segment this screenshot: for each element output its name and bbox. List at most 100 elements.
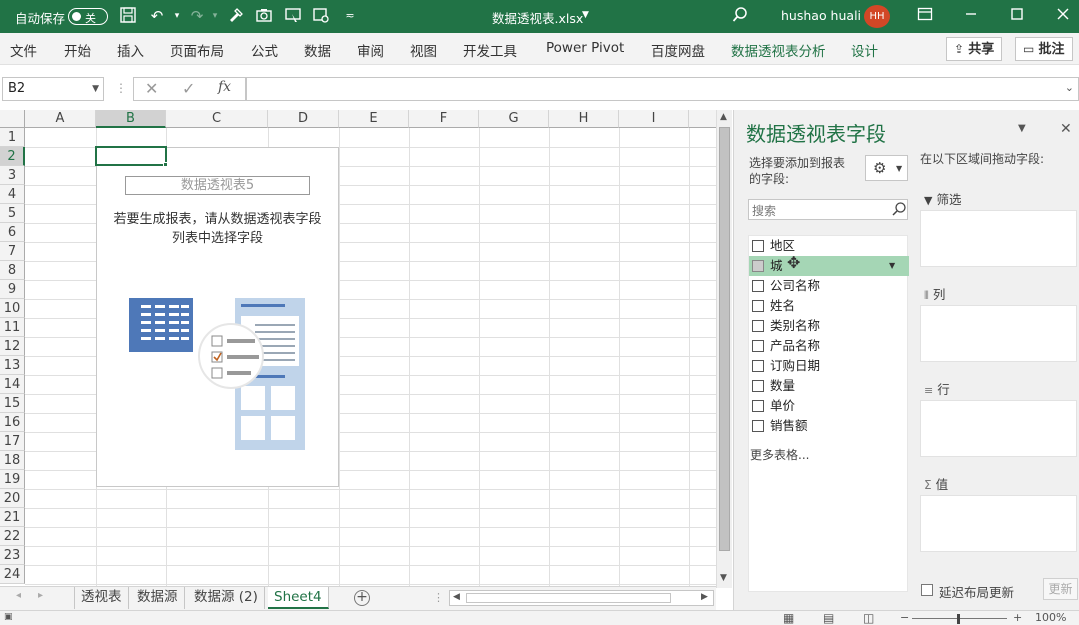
tab-pivot-analyze[interactable]: 数据透视表分析 [731, 40, 826, 60]
field-item[interactable]: 姓名 [749, 296, 909, 316]
user-name[interactable]: hushao huali [781, 8, 861, 23]
scroll-left-icon[interactable]: ◀ [453, 592, 460, 602]
save-icon[interactable] [118, 6, 138, 26]
tab-view[interactable]: 视图 [410, 40, 437, 60]
zoom-out-icon[interactable]: − [900, 611, 909, 624]
field-checkbox[interactable] [752, 400, 764, 412]
undo-dropdown-icon[interactable]: ▾ [167, 6, 187, 26]
column-header-j[interactable] [689, 110, 716, 128]
row-header[interactable]: 19 [0, 470, 25, 489]
tab-page-layout[interactable]: 页面布局 [170, 40, 224, 60]
field-item-dragging[interactable]: 城 ▼ ✥ [749, 253, 909, 276]
sheet-tab-datasource[interactable]: 数据源 [131, 587, 185, 609]
redo-icon[interactable]: ↷ [187, 6, 207, 26]
tab-file[interactable]: 文件 [10, 40, 37, 60]
field-checkbox[interactable] [752, 280, 764, 292]
undo-icon[interactable]: ↶ [147, 6, 167, 26]
scroll-up-icon[interactable]: ▲ [720, 112, 727, 122]
tab-review[interactable]: 审阅 [357, 40, 384, 60]
field-list[interactable]: 地区 城 ▼ ✥ 公司名称 姓名 类别名称 产品名称 订购日期 数量 单价 销售… [748, 235, 909, 592]
column-header-a[interactable]: A [25, 110, 96, 128]
screenshot-icon[interactable] [283, 6, 303, 26]
field-checkbox[interactable] [752, 320, 764, 332]
page-break-view-icon[interactable]: ◫ [863, 611, 874, 625]
column-header-g[interactable]: G [479, 110, 549, 128]
row-header[interactable]: 16 [0, 413, 25, 432]
field-checkbox[interactable] [752, 260, 764, 272]
row-header[interactable]: 18 [0, 451, 25, 470]
name-box-dropdown-icon[interactable]: ▼ [92, 78, 99, 100]
add-sheet-icon[interactable]: + [354, 590, 370, 606]
tab-data[interactable]: 数据 [304, 40, 331, 60]
rows-drop-area[interactable] [920, 400, 1077, 457]
row-header[interactable]: 2 [0, 147, 25, 166]
selected-cell-b2[interactable] [95, 146, 167, 166]
row-header[interactable]: 22 [0, 527, 25, 546]
row-header[interactable]: 10 [0, 299, 25, 318]
sheet-tab-pivot[interactable]: 透视表 [74, 587, 129, 609]
format-painter-icon[interactable] [226, 6, 246, 26]
field-settings-button[interactable]: ⚙ ▼ [865, 155, 908, 181]
zoom-in-icon[interactable]: + [1013, 611, 1022, 624]
more-tables-link[interactable]: 更多表格... [750, 446, 809, 463]
sheet-prev-icon[interactable]: ◂ [16, 590, 21, 601]
tab-developer[interactable]: 开发工具 [463, 40, 517, 60]
field-dropdown-icon[interactable]: ▼ [889, 256, 895, 276]
field-item[interactable]: 销售额 [749, 416, 909, 436]
tab-design[interactable]: 设计 [851, 40, 878, 60]
defer-layout-checkbox[interactable] [921, 584, 933, 596]
column-header-e[interactable]: E [339, 110, 409, 128]
confirm-entry-icon[interactable]: ✓ [182, 79, 195, 98]
vertical-scroll-thumb[interactable] [719, 127, 730, 551]
row-header[interactable]: 9 [0, 280, 25, 299]
formula-input[interactable]: ⌄ [246, 77, 1079, 101]
autosave-toggle[interactable]: 关 [68, 8, 108, 25]
column-header-c[interactable]: C [166, 110, 268, 128]
column-header-h[interactable]: H [549, 110, 619, 128]
row-header[interactable]: 15 [0, 394, 25, 413]
column-header-b[interactable]: B [96, 110, 166, 128]
expand-formula-bar-icon[interactable]: ⌄ [1065, 81, 1074, 94]
close-icon[interactable] [1053, 6, 1073, 26]
field-item[interactable]: 数量 [749, 376, 909, 396]
row-header[interactable]: 8 [0, 261, 25, 280]
field-item[interactable]: 产品名称 [749, 336, 909, 356]
row-header[interactable]: 17 [0, 432, 25, 451]
customize-toolbar-icon[interactable]: ≂ [340, 6, 360, 26]
refresh-pivot-icon[interactable] [311, 6, 331, 26]
update-button[interactable]: 更新 [1043, 578, 1078, 600]
field-item[interactable]: 单价 [749, 396, 909, 416]
column-header-d[interactable]: D [268, 110, 339, 128]
field-checkbox[interactable] [752, 340, 764, 352]
comments-button[interactable]: ▭ 批注 [1015, 37, 1073, 61]
field-item[interactable]: 订购日期 [749, 356, 909, 376]
field-item[interactable]: 类别名称 [749, 316, 909, 336]
horizontal-scrollbar[interactable]: ◀ ▶ [449, 590, 714, 606]
worksheet-grid[interactable]: A B C D E F G H I 1 2 3 4 5 6 7 8 9 10 1… [0, 110, 716, 586]
search-icon[interactable] [891, 201, 907, 221]
row-header[interactable]: 11 [0, 318, 25, 337]
row-header[interactable]: 24 [0, 565, 25, 584]
tab-home[interactable]: 开始 [64, 40, 91, 60]
field-checkbox[interactable] [752, 300, 764, 312]
tab-baidu-netdisk[interactable]: 百度网盘 [651, 40, 705, 60]
minimize-icon[interactable] [961, 6, 981, 26]
share-button[interactable]: ⇪ 共享 [946, 37, 1003, 61]
field-checkbox[interactable] [752, 420, 764, 432]
row-header[interactable]: 3 [0, 166, 25, 185]
column-header-f[interactable]: F [409, 110, 479, 128]
search-input[interactable]: 搜索 [752, 202, 776, 219]
tab-power-pivot[interactable]: Power Pivot [546, 40, 624, 56]
pivot-table-placeholder[interactable]: 数据透视表5 若要生成报表，请从数据透视表字段 列表中选择字段 [96, 147, 339, 487]
insert-function-icon[interactable]: fx [218, 79, 231, 95]
row-header[interactable]: 5 [0, 204, 25, 223]
scroll-right-icon[interactable]: ▶ [701, 592, 708, 602]
field-checkbox[interactable] [752, 360, 764, 372]
columns-drop-area[interactable] [920, 305, 1077, 362]
filter-drop-area[interactable] [920, 210, 1077, 267]
sheet-tab-datasource-2[interactable]: 数据源 (2) [188, 587, 265, 609]
zoom-slider-thumb[interactable] [957, 614, 960, 624]
field-checkbox[interactable] [752, 380, 764, 392]
row-header[interactable]: 12 [0, 337, 25, 356]
field-checkbox[interactable] [752, 240, 764, 252]
